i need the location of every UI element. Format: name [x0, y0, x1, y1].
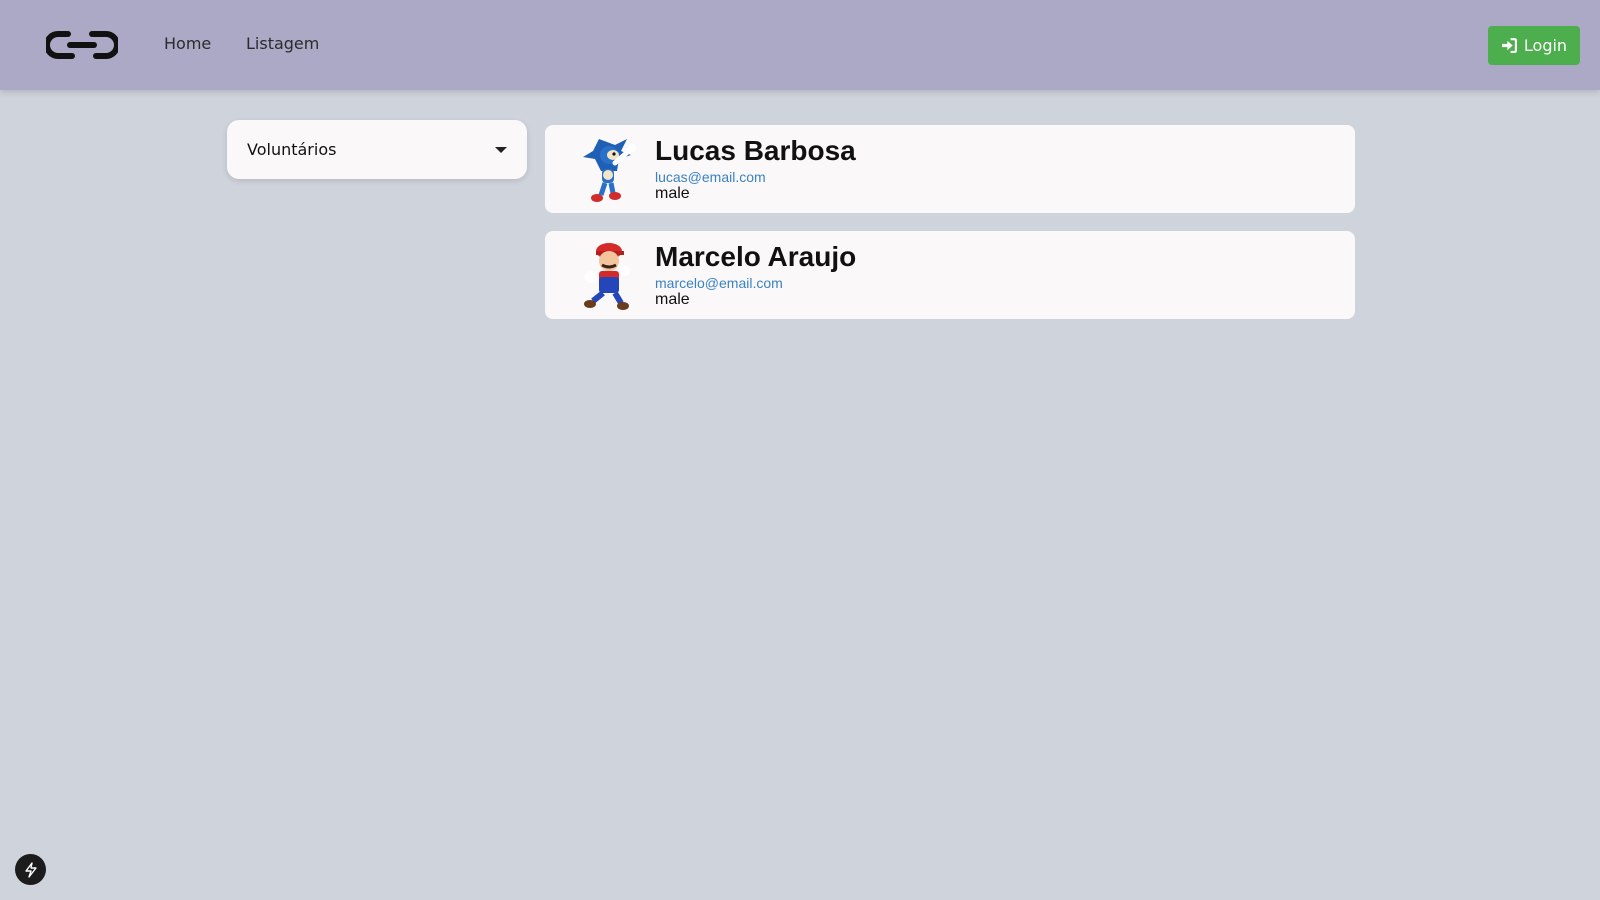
caret-down-icon: [495, 146, 507, 153]
navbar: Home Listagem Login: [0, 0, 1600, 90]
nav-link-listagem[interactable]: Listagem: [246, 34, 319, 53]
volunteer-gender: male: [655, 291, 690, 308]
nav-link-home[interactable]: Home: [164, 34, 211, 53]
volunteer-email[interactable]: lucas@email.com: [655, 169, 766, 185]
sonic-avatar: [583, 139, 636, 202]
volunteer-card[interactable]: Lucas Barbosa lucas@email.com male: [545, 125, 1355, 213]
category-select[interactable]: Voluntários: [227, 120, 527, 179]
chain-link-logo-icon[interactable]: [46, 30, 118, 60]
volunteer-card[interactable]: Marcelo Araujo marcelo@email.com male: [545, 231, 1355, 319]
mario-avatar: [584, 243, 630, 310]
login-label: Login: [1523, 36, 1568, 55]
volunteer-name: Lucas Barbosa: [655, 135, 856, 166]
volunteer-gender: male: [655, 185, 690, 202]
bolt-glyph-icon: [24, 861, 37, 878]
sign-in-icon: [1501, 38, 1517, 53]
category-select-value: Voluntários: [247, 140, 337, 159]
volunteer-name: Marcelo Araujo: [655, 241, 857, 272]
login-button[interactable]: Login: [1488, 26, 1580, 65]
lightning-bolt-icon[interactable]: [15, 854, 46, 885]
volunteer-email[interactable]: marcelo@email.com: [655, 275, 783, 291]
